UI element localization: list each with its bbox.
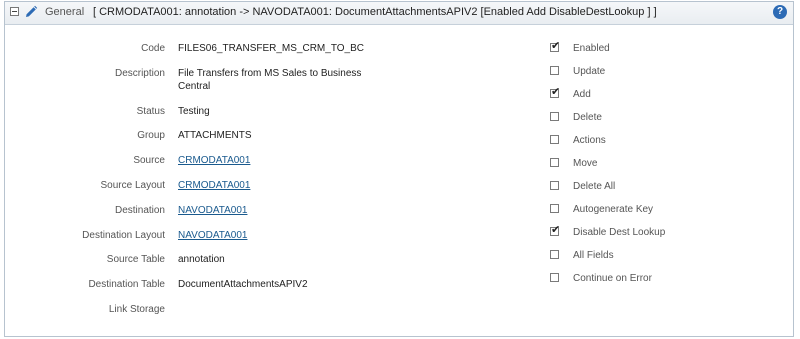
field-label: Destination Table [88, 279, 165, 290]
collapse-icon[interactable] [10, 7, 19, 16]
field-link[interactable]: CRMODATA001 [178, 180, 250, 191]
field-label: Link Storage [108, 304, 165, 315]
option-label: Update [573, 66, 606, 77]
field-value[interactable]: CRMODATA001 [178, 154, 378, 167]
option-label: Delete [573, 112, 602, 123]
option-checkbox[interactable] [550, 135, 559, 144]
option-checkbox[interactable] [550, 158, 559, 167]
field-label: Destination [114, 205, 165, 216]
pencil-icon[interactable] [24, 5, 38, 19]
option-label: Enabled [573, 43, 610, 54]
option-checkbox[interactable] [550, 86, 560, 99]
option-checkbox[interactable] [550, 112, 559, 121]
option-checkbox[interactable] [550, 181, 559, 190]
field-label: Code [141, 43, 165, 54]
option-label: Delete All [573, 181, 616, 192]
option-checkbox[interactable] [550, 273, 559, 282]
field-label: Destination Layout [82, 230, 165, 241]
option-label: Add [573, 89, 591, 100]
option-checkbox[interactable] [550, 250, 559, 259]
field-value: DocumentAttachmentsAPIV2 [178, 279, 308, 290]
option-label: Move [573, 158, 598, 169]
field-value[interactable]: NAVODATA001 [178, 204, 378, 217]
field-label: Source Layout [100, 180, 166, 191]
field-label: Group [137, 130, 165, 141]
option-label: Disable Dest Lookup [573, 227, 666, 238]
field-value: FILES06_TRANSFER_MS_CRM_TO_BC [178, 43, 364, 54]
help-icon[interactable]: ? [773, 5, 787, 19]
option-label: Continue on Error [573, 273, 652, 284]
option-label: Autogenerate Key [573, 204, 654, 215]
field-link[interactable]: NAVODATA001 [178, 205, 247, 216]
field-link[interactable]: NAVODATA001 [178, 230, 247, 241]
field-value[interactable]: NAVODATA001 [178, 229, 378, 242]
field-label: Source [133, 155, 165, 166]
field-value: File Transfers from MS Sales to Business… [178, 68, 362, 92]
panel-title: [ CRMODATA001: annotation -> NAVODATA001… [93, 6, 657, 18]
option-checkbox[interactable] [550, 66, 559, 75]
field-label: Description [114, 68, 165, 79]
field-label: Source Table [106, 254, 165, 265]
general-panel: General [ CRMODATA001: annotation -> NAV… [4, 1, 794, 337]
field-value: ATTACHMENTS [178, 130, 252, 141]
option-label: Actions [573, 135, 606, 146]
panel-header: General [ CRMODATA001: annotation -> NAV… [5, 2, 793, 25]
field-value[interactable]: CRMODATA001 [178, 179, 378, 192]
field-link[interactable]: CRMODATA001 [178, 155, 250, 166]
field-value: annotation [178, 254, 225, 265]
option-label: All Fields [573, 250, 614, 261]
option-checkbox[interactable] [550, 224, 560, 237]
option-checkbox[interactable] [550, 40, 560, 53]
section-label: General [45, 6, 85, 18]
field-label: Status [136, 106, 165, 117]
option-checkbox[interactable] [550, 204, 559, 213]
field-value: Testing [178, 106, 210, 117]
